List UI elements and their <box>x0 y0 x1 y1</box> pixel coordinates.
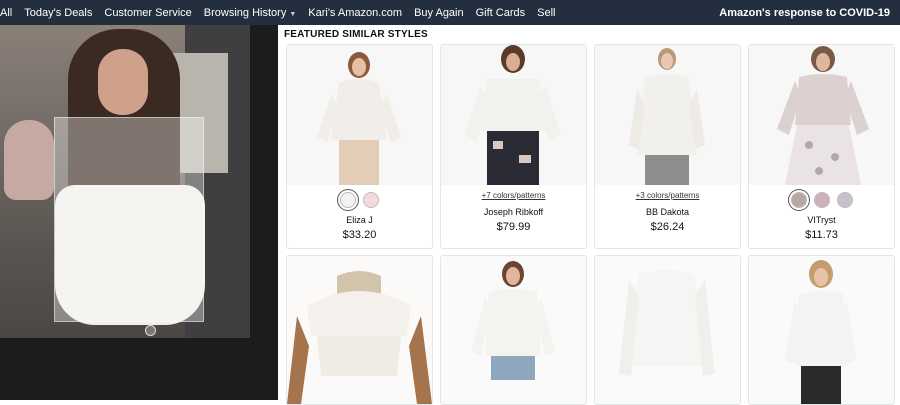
product-card[interactable] <box>748 255 895 405</box>
product-image-art <box>471 261 555 380</box>
product-card[interactable] <box>440 255 587 405</box>
top-nav: All Today's Deals Customer Service Brows… <box>0 0 900 25</box>
product-image[interactable] <box>441 256 586 404</box>
product-image[interactable] <box>595 45 740 185</box>
color-swatches <box>749 192 894 208</box>
product-price: $26.24 <box>650 221 685 233</box>
swatch-lavender[interactable] <box>836 192 853 208</box>
product-image[interactable] <box>749 45 894 185</box>
swatch-white[interactable] <box>340 192 356 208</box>
nav-customer-service[interactable]: Customer Service <box>98 7 197 19</box>
chevron-down-icon: ▼ <box>289 10 297 18</box>
swatch-pink[interactable] <box>363 192 379 208</box>
product-image-art <box>619 270 715 376</box>
product-image[interactable] <box>287 45 432 185</box>
product-image-art <box>629 48 705 185</box>
product-image-art <box>777 46 869 185</box>
more-colors-link[interactable]: +7 colors/patterns <box>441 191 586 200</box>
product-brand[interactable]: BB Dakota <box>595 207 740 217</box>
nav-buy-again[interactable]: Buy Again <box>408 7 470 19</box>
product-image[interactable] <box>441 45 586 185</box>
nav-covid-response[interactable]: Amazon's response to COVID-19 <box>713 7 900 19</box>
zoom-lens[interactable] <box>54 117 204 322</box>
product-card[interactable]: +7 colors/patterns Joseph Ribkoff $79.99 <box>440 44 587 249</box>
product-brand[interactable]: Eliza J <box>287 215 432 225</box>
product-card[interactable]: +3 colors/patterns BB Dakota $26.24 <box>594 44 741 249</box>
carousel-dot-icon[interactable] <box>145 325 156 336</box>
product-image[interactable] <box>287 256 432 404</box>
nav-gift-cards[interactable]: Gift Cards <box>470 7 532 19</box>
product-image-art <box>465 45 561 185</box>
product-image-art <box>785 260 857 404</box>
product-image-art <box>317 52 401 185</box>
background-mannequin <box>4 120 54 200</box>
product-price: $11.73 <box>805 229 838 241</box>
nav-all[interactable]: All <box>0 7 18 19</box>
swatch-mauve[interactable] <box>813 192 830 208</box>
product-main-image[interactable] <box>0 25 250 338</box>
nav-sell[interactable]: Sell <box>531 7 561 19</box>
nav-karis-amazon[interactable]: Kari's Amazon.com <box>302 7 408 19</box>
product-card[interactable]: VITryst $11.73 <box>748 44 895 249</box>
product-card[interactable] <box>286 255 433 405</box>
image-viewer <box>0 25 278 400</box>
model-face <box>98 49 148 115</box>
nav-browsing-history-label: Browsing History <box>203 6 287 19</box>
more-colors-link[interactable]: +3 colors/patterns <box>595 191 740 200</box>
product-price: $79.99 <box>496 221 531 233</box>
product-image[interactable] <box>749 256 894 404</box>
product-price: $33.20 <box>342 229 377 241</box>
section-title: FEATURED SIMILAR STYLES <box>284 29 428 40</box>
nav-browsing-history[interactable]: Browsing History ▼ <box>198 7 302 19</box>
product-image-art <box>287 256 432 404</box>
product-brand[interactable]: VITryst <box>749 215 894 225</box>
swatch-taupe[interactable] <box>790 192 807 208</box>
product-image[interactable] <box>595 256 740 404</box>
product-card[interactable] <box>594 255 741 405</box>
color-swatches <box>287 192 432 208</box>
product-brand[interactable]: Joseph Ribkoff <box>441 207 586 217</box>
product-card[interactable]: Eliza J $33.20 <box>286 44 433 249</box>
nav-todays-deals[interactable]: Today's Deals <box>18 7 98 19</box>
